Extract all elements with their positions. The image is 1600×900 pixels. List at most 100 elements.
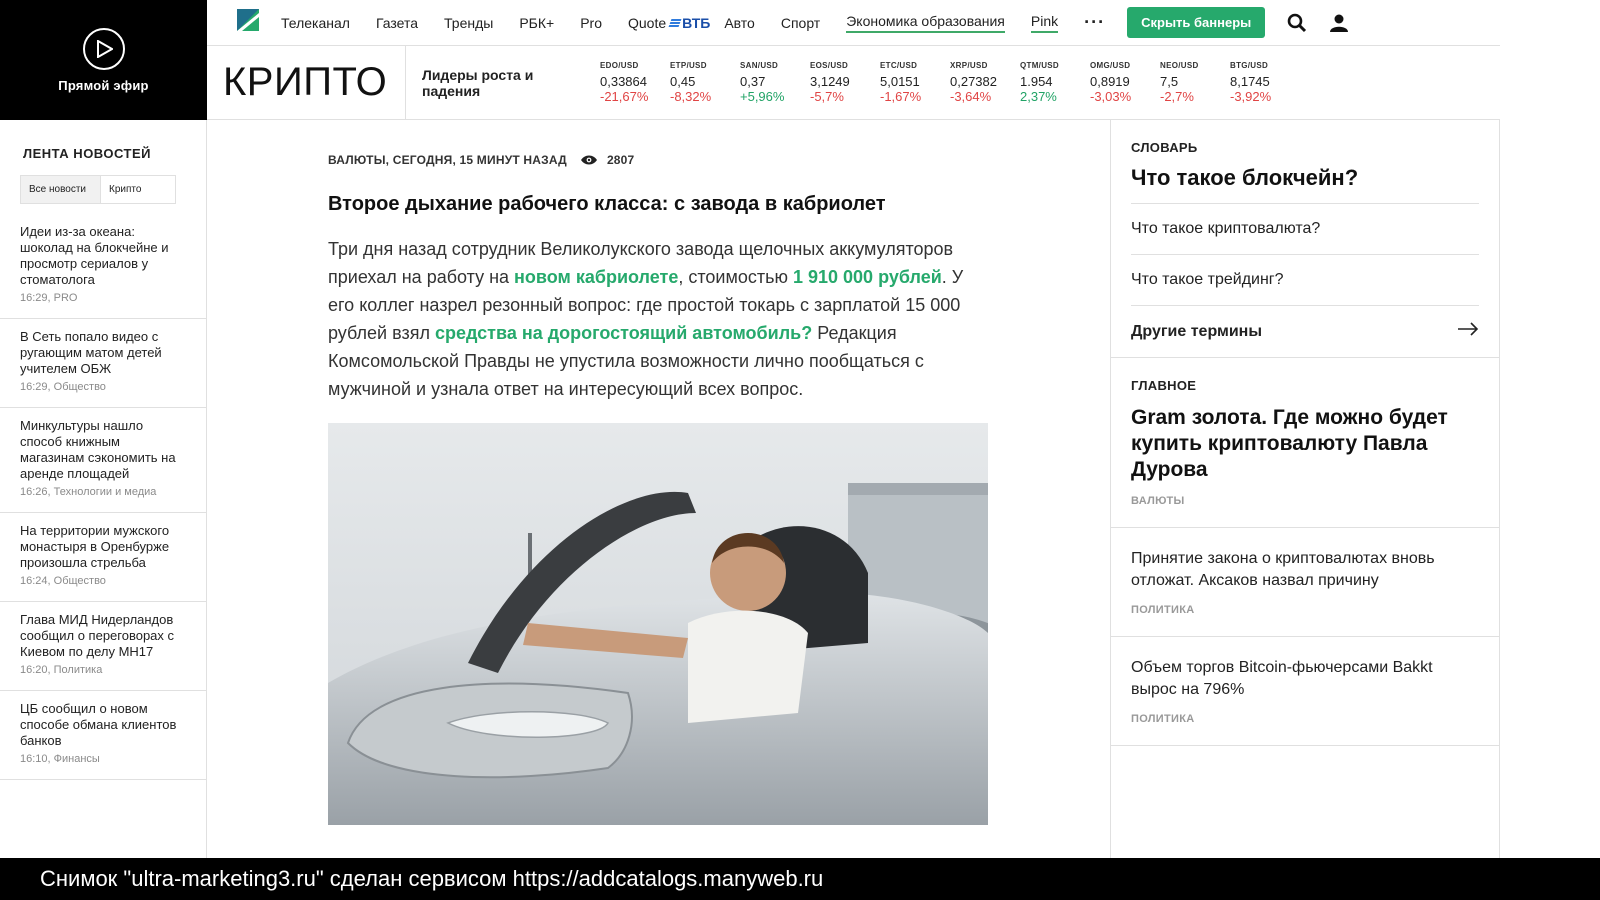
other-terms-link[interactable]: Другие термины [1131,306,1479,357]
nav-item-trends[interactable]: Тренды [444,15,493,31]
dictionary-headline[interactable]: Что такое блокчейн? [1131,165,1479,204]
news-item-meta: 16:24, Общество [20,575,106,587]
dictionary-kicker: СЛОВАРЬ [1131,140,1198,155]
ticker-btg[interactable]: BTG/USD 8,1745 -3,92% [1224,61,1294,104]
ticker-eos[interactable]: EOS/USD 3,1249 -5,7% [804,61,874,104]
article-rubric-date[interactable]: ВАЛЮТЫ, СЕГОДНЯ, 15 МИНУТ НАЗАД [328,153,567,167]
ticker-price: 7,5 [1160,74,1179,89]
search-icon[interactable] [1287,13,1307,33]
news-item-title[interactable]: Глава МИД Нидерландов сообщил о перегово… [20,612,186,660]
ticker-edo[interactable]: EDO/USD 0,33864 -21,67% [594,61,664,104]
nav-item-education-economy[interactable]: Экономика образования [846,13,1005,33]
nav-item-auto[interactable]: Авто [724,15,755,31]
news-item-title[interactable]: Идеи из-за океана: шоколад на блокчейне … [20,224,186,288]
rbc-logo-icon[interactable] [237,8,259,31]
ticker-change: 2,37% [1020,89,1057,104]
ticker-change: -3,64% [950,89,992,104]
news-item[interactable]: На территории мужского монастыря в Оренб… [0,513,206,602]
eye-icon [580,155,597,165]
ticker-san[interactable]: SAN/USD 0,37 +5,96% [734,61,804,104]
news-item[interactable]: Минкультуры нашло способ книжным магазин… [0,408,206,513]
ticker-price: 0,33864 [600,74,647,89]
link-price[interactable]: 1 910 000 рублей [793,267,942,287]
top-navigation: Телеканал Газета Тренды РБК+ Pro Quote В… [207,0,1500,46]
link-funds-car[interactable]: средства на дорогостоящий автомобиль? [435,323,812,343]
ticker-change: -3,03% [1090,89,1132,104]
ticker-pair: EDO/USD [600,61,639,70]
tab-crypto[interactable]: Крипто [101,176,149,203]
story-rubric[interactable]: ПОЛИТИКА [1131,604,1479,636]
news-item[interactable]: В Сеть попало видео с ругающим матом дет… [0,319,206,408]
news-item-meta: 16:29, Общество [20,381,106,393]
ticker-list: EDO/USD 0,33864 -21,67% ETP/USD 0,45 -8,32% … [594,61,1294,104]
ticker-etp[interactable]: ETP/USD 0,45 -8,32% [664,61,734,104]
nav-item-sport[interactable]: Спорт [781,15,820,31]
ticker-price: 1.954 [1020,74,1053,89]
lead-text: , стоимостью [678,267,793,287]
ticker-price: 0,45 [670,74,696,89]
news-item-title[interactable]: Минкультуры нашло способ книжным магазин… [20,418,186,482]
ticker-price: 0,37 [740,74,766,89]
story-item[interactable]: Объем торгов Bitcoin-фьючерсами Bakkt вы… [1111,637,1499,745]
nav-item-newspaper[interactable]: Газета [376,15,418,31]
vtb-label: ВТБ [682,14,711,31]
ticker-neo[interactable]: NEO/USD 7,5 -2,7% [1154,61,1224,104]
ticker-change: -8,32% [670,89,712,104]
more-menu-icon[interactable]: ··· [1084,12,1105,33]
ticker-omg[interactable]: OMG/USD 0,8919 -3,03% [1084,61,1154,104]
ticker-qtm[interactable]: QTM/USD 1.954 2,37% [1014,61,1084,104]
other-terms-label: Другие термины [1131,322,1262,340]
nav-item-tv[interactable]: Телеканал [281,15,350,31]
ticker-pair: BTG/USD [1230,61,1269,70]
news-item-title[interactable]: В Сеть попало видео с ругающим матом дет… [20,329,186,377]
ticker-pair: ETC/USD [880,61,918,70]
vtb-logo: ВТБ [668,14,711,31]
news-item-meta: 16:29, PRO [20,292,78,304]
main-news-kicker: ГЛАВНОЕ [1131,378,1197,393]
ticker-change: -3,92% [1230,89,1272,104]
ticker-pair: NEO/USD [1160,61,1199,70]
nav-item-quote[interactable]: Quote [628,15,666,31]
nav-item-pink[interactable]: Pink [1030,13,1059,33]
article-lead: Три дня назад сотрудник Великолукского з… [328,235,988,403]
news-item-meta: 16:10, Финансы [20,753,100,765]
story-rubric[interactable]: ПОЛИТИКА [1131,713,1479,745]
news-feed-sidebar: ЛЕНТА НОВОСТЕЙ Все новости Крипто Идеи и… [0,120,207,858]
arrow-right-icon [1457,322,1479,341]
article-photo [328,423,988,825]
divider [1111,745,1499,746]
user-icon[interactable] [1329,13,1349,33]
news-item-meta: 16:20, Политика [20,664,103,676]
news-item[interactable]: Глава МИД Нидерландов сообщил о перегово… [0,602,206,691]
ticker-change: -1,67% [880,89,922,104]
ticker-pair: OMG/USD [1090,61,1131,70]
nav-item-quote-vtb[interactable]: Quote ВТБ [628,15,710,31]
live-broadcast-block[interactable]: Прямой эфир [0,0,207,120]
article-meta: ВАЛЮТЫ, СЕГОДНЯ, 15 МИНУТ НАЗАД 2807 [328,153,988,167]
main-news-rubric[interactable]: ВАЛЮТЫ [1131,495,1479,527]
term-trading[interactable]: Что такое трейдинг? [1131,255,1479,306]
ticker-change: -21,67% [600,89,649,104]
story-title[interactable]: Принятие закона о криптовалютах вновь от… [1131,528,1479,592]
term-cryptocurrency[interactable]: Что такое криптовалюта? [1131,204,1479,255]
tab-all-news[interactable]: Все новости [21,176,101,203]
ticker-etc[interactable]: ETC/USD 5,0151 -1,67% [874,61,944,104]
hide-banners-button[interactable]: Скрыть баннеры [1127,7,1266,38]
story-title[interactable]: Объем торгов Bitcoin-фьючерсами Bakkt вы… [1131,637,1479,701]
ticker-xrp[interactable]: XRP/USD 0,27382 -3,64% [944,61,1014,104]
news-item[interactable]: ЦБ сообщил о новом способе обмана клиент… [0,691,206,780]
section-title[interactable]: КРИПТО [207,60,405,105]
main-news-headline[interactable]: Gram золота. Где можно будет купить крип… [1131,405,1479,483]
right-column: СЛОВАРЬ Что такое блокчейн? Что такое кр… [1110,120,1500,858]
play-icon[interactable] [82,27,125,70]
news-item[interactable]: Идеи из-за океана: шоколад на блокчейне … [0,214,206,319]
nav-item-pro[interactable]: Pro [580,15,602,31]
ticker-change: -2,7% [1160,89,1194,104]
views-count: 2807 [606,153,635,167]
news-item-title[interactable]: На территории мужского монастыря в Оренб… [20,523,186,571]
nav-item-rbc-plus[interactable]: РБК+ [519,15,554,31]
ticker-price: 3,1249 [810,74,850,89]
link-new-convertible[interactable]: новом кабриолете [514,267,678,287]
story-item[interactable]: Принятие закона о криптовалютах вновь от… [1111,528,1499,636]
news-item-title[interactable]: ЦБ сообщил о новом способе обмана клиент… [20,701,186,749]
